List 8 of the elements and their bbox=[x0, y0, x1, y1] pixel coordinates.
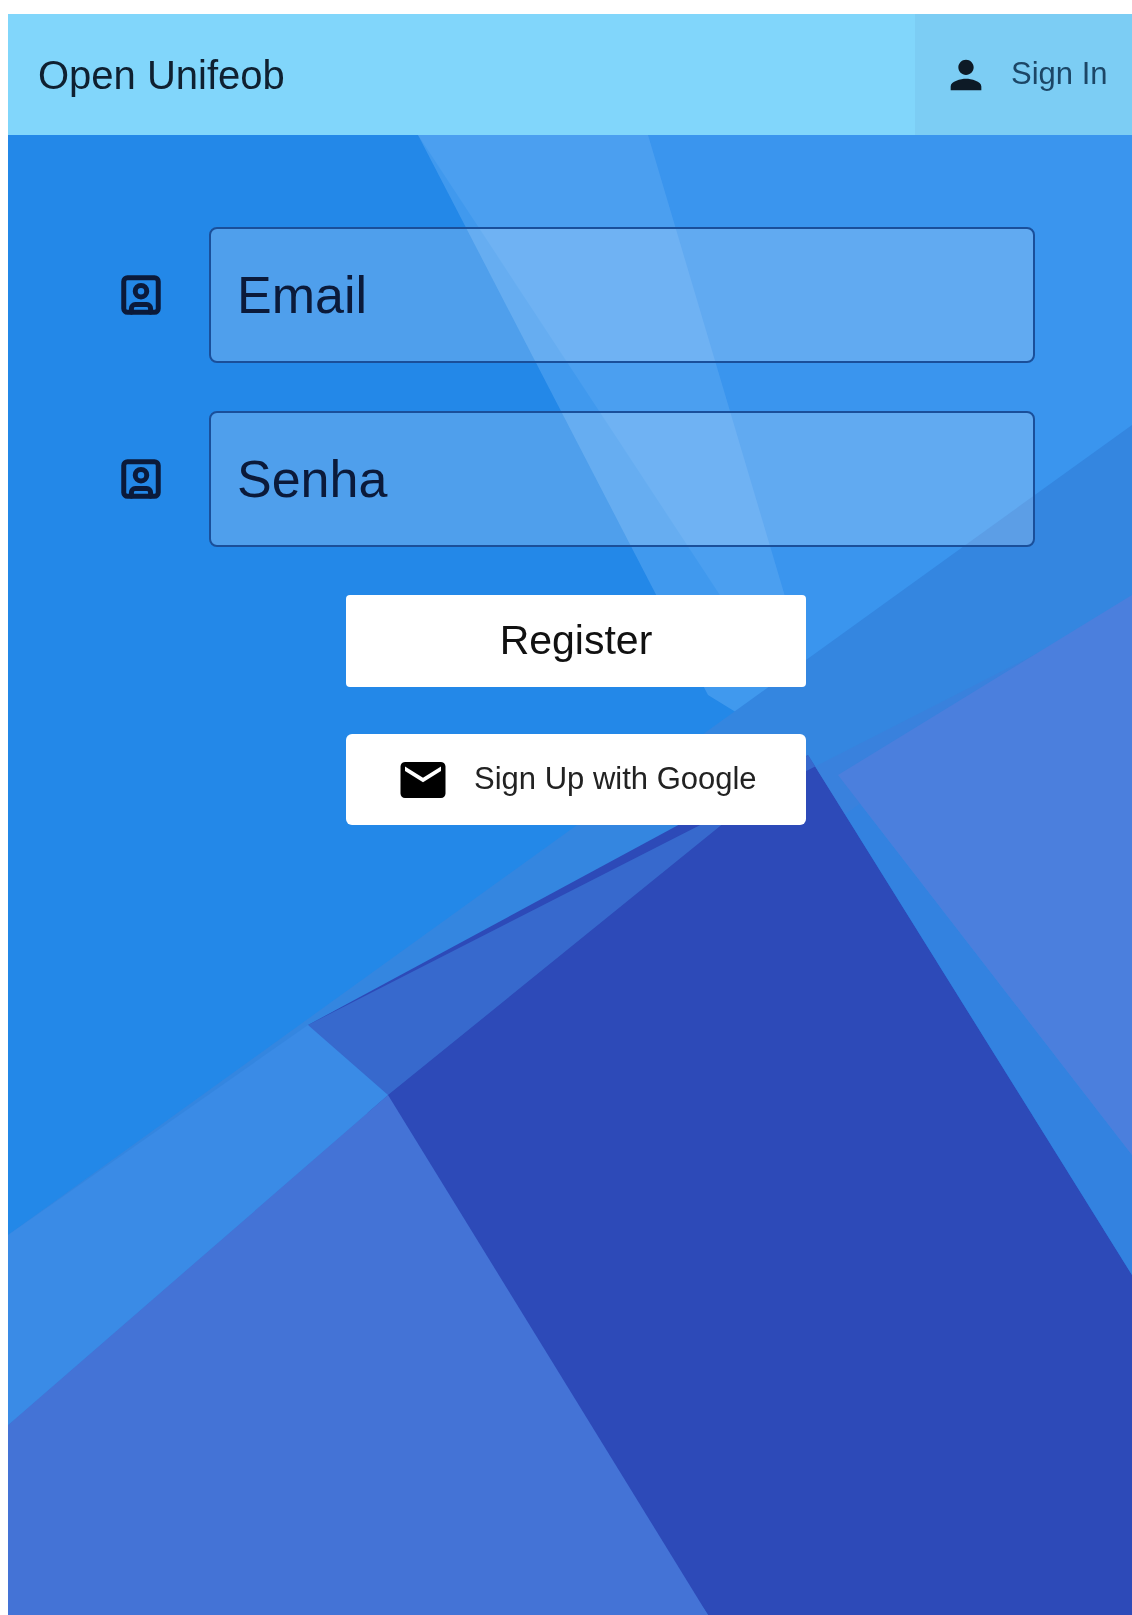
contact-icon bbox=[118, 272, 164, 318]
sign-in-button[interactable]: Sign In bbox=[915, 14, 1132, 135]
app-title: Open Unifeob bbox=[38, 51, 285, 99]
register-button[interactable]: Register bbox=[346, 595, 806, 687]
google-signup-button[interactable]: Sign Up with Google bbox=[346, 734, 806, 825]
input-field[interactable]: Email bbox=[209, 227, 1035, 363]
input-field[interactable]: Senha bbox=[209, 411, 1035, 547]
contact-icon bbox=[118, 456, 164, 502]
